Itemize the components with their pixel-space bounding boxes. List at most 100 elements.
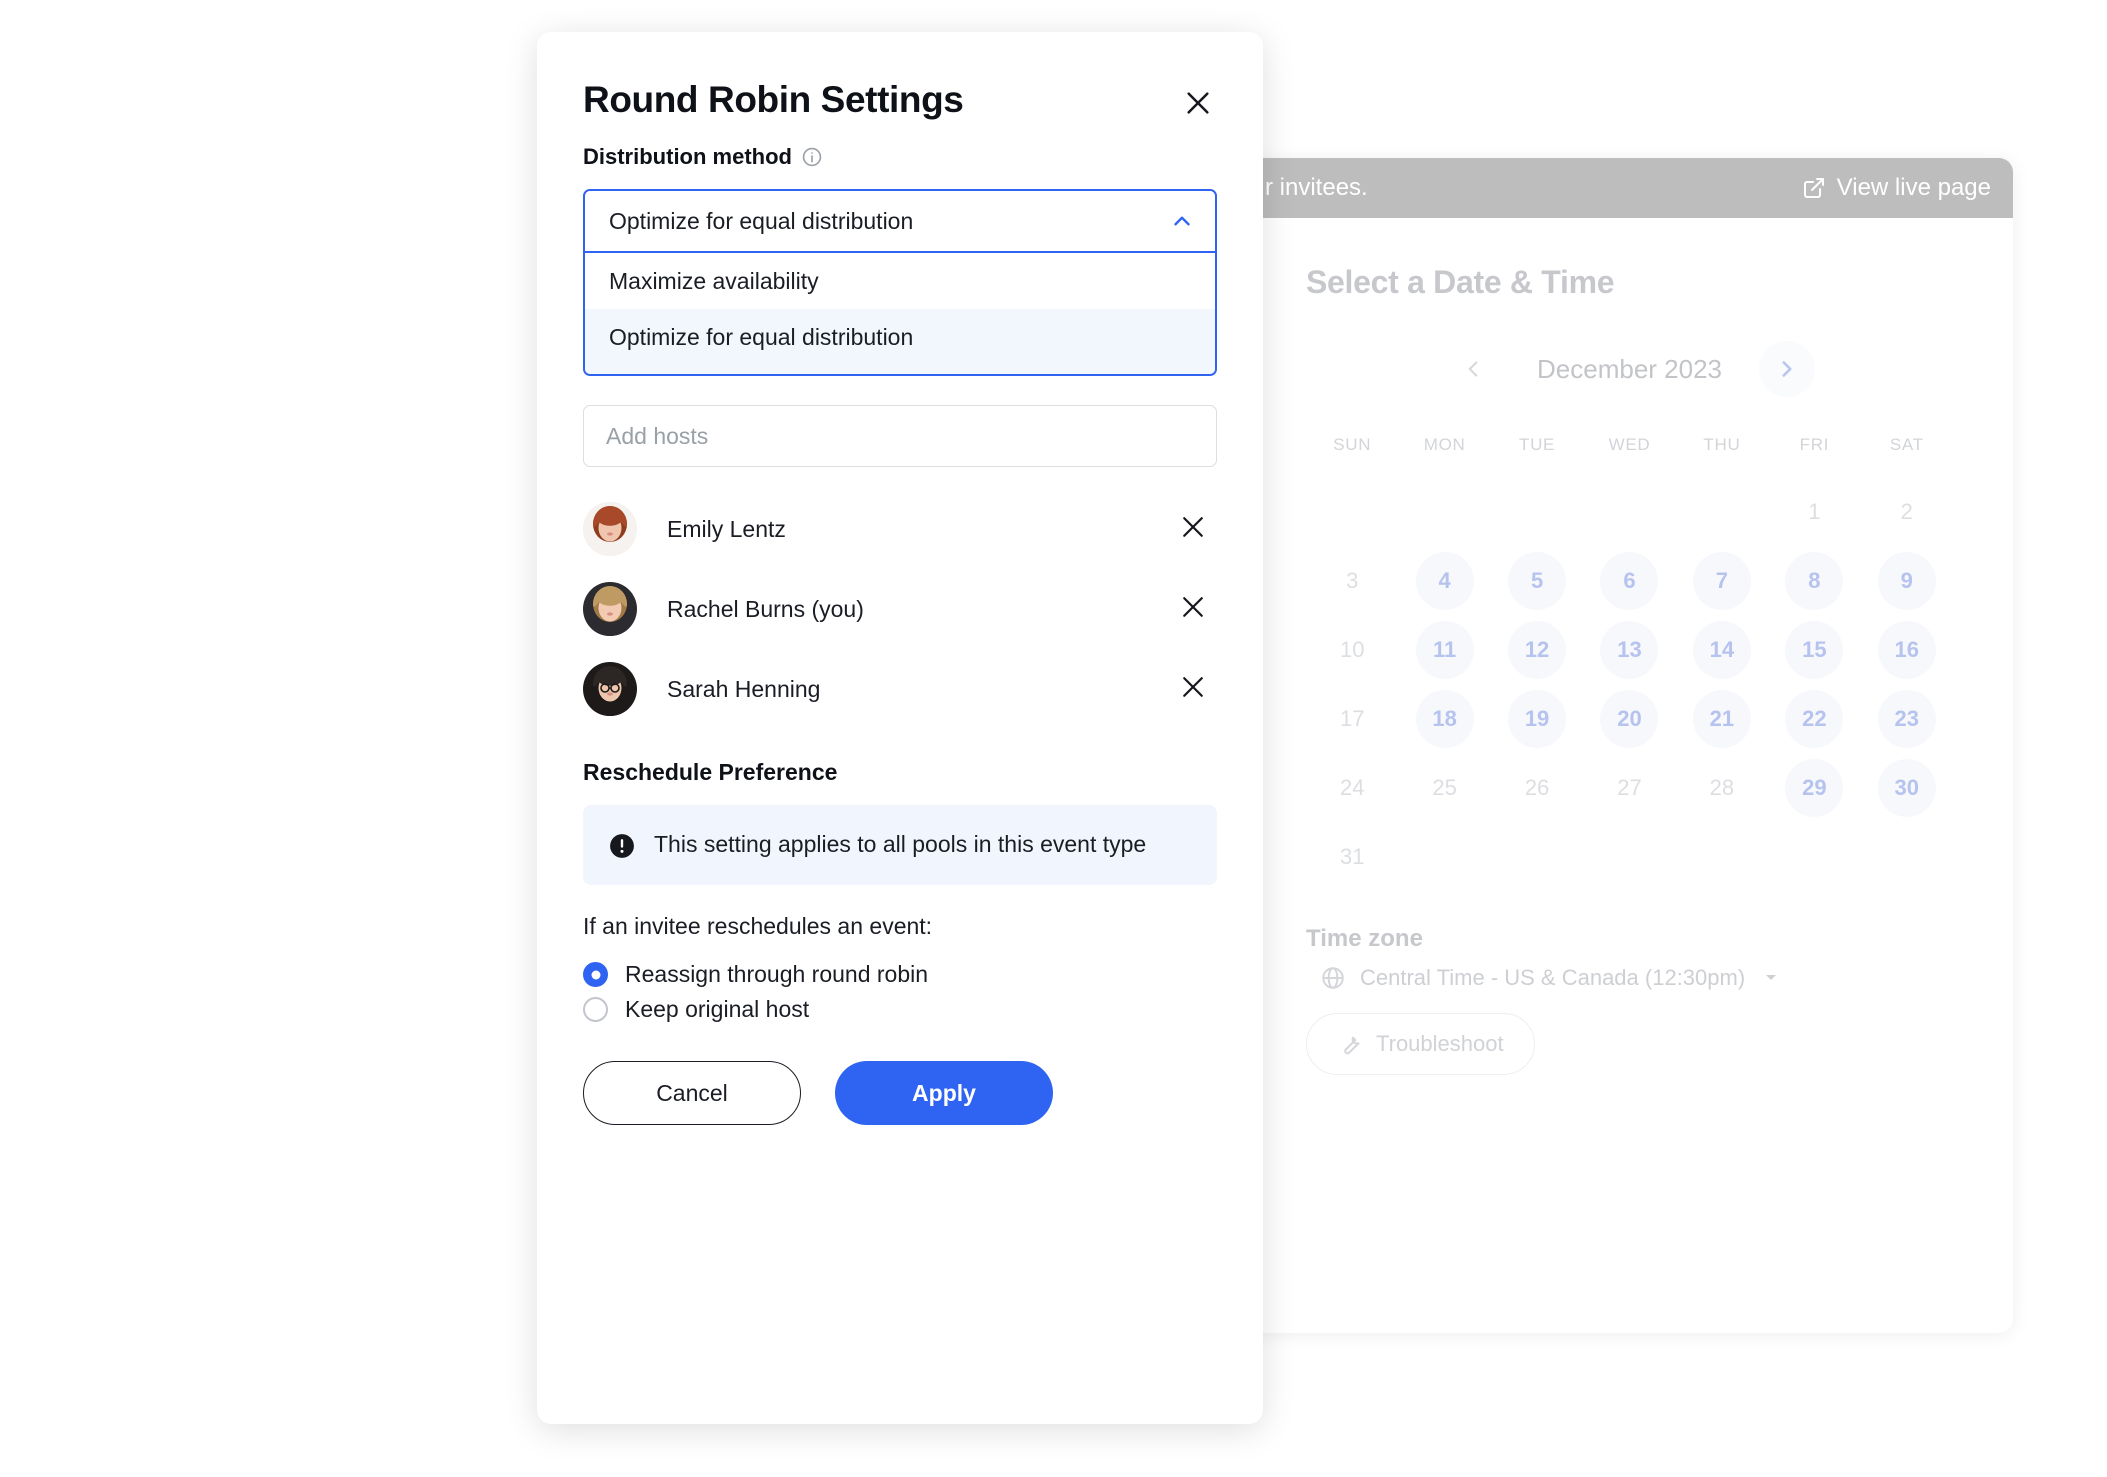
calendar-day-cell: 19 <box>1491 684 1583 753</box>
calendar-day-cell: 28 <box>1676 753 1768 822</box>
radio-keep-original-host[interactable]: Keep original host <box>583 996 1217 1023</box>
calendar-day-available[interactable]: 12 <box>1508 620 1567 679</box>
calendar-day-header: FRI <box>1799 435 1830 454</box>
host-name: Emily Lentz <box>667 515 786 542</box>
calendar-day-available[interactable]: 30 <box>1877 758 1936 817</box>
calendar-day-cell: 14 <box>1676 615 1768 684</box>
chevron-left-icon <box>1460 356 1486 382</box>
calendar-day-cell: 4 <box>1398 546 1490 615</box>
option-list-padding <box>585 365 1215 374</box>
calendar-day-available[interactable]: 20 <box>1600 689 1659 748</box>
view-live-page-link[interactable]: View live page <box>1802 174 1991 202</box>
calendar-day-available[interactable]: 11 <box>1415 620 1474 679</box>
calendar-day-cell: 8 <box>1768 546 1860 615</box>
troubleshoot-button[interactable]: Troubleshoot <box>1306 1013 1535 1075</box>
calendar-day-available[interactable]: 22 <box>1785 689 1844 748</box>
calendar-day-cell: 2 <box>1861 477 1953 546</box>
calendar-day-available[interactable]: 13 <box>1600 620 1659 679</box>
globe-icon <box>1320 965 1346 991</box>
preview-banner: r invitees. View live page <box>1245 158 2013 218</box>
calendar-day-unavailable: 28 <box>1709 774 1735 800</box>
calendar-day-available[interactable]: 4 <box>1415 551 1474 610</box>
cancel-button[interactable]: Cancel <box>583 1061 801 1126</box>
calendar-day-available[interactable]: 7 <box>1692 551 1751 610</box>
reschedule-notice: This setting applies to all pools in thi… <box>583 805 1217 886</box>
calendar-day-unavailable: 3 <box>1346 567 1359 593</box>
external-link-icon <box>1802 176 1826 200</box>
reschedule-prompt: If an invitee reschedules an event: <box>583 913 933 940</box>
calendar-day-cell: 30 <box>1861 753 1953 822</box>
calendar-day-available[interactable]: 23 <box>1877 689 1936 748</box>
radio-label: Reassign through round robin <box>625 961 929 988</box>
calendar-day-cell: 27 <box>1583 753 1675 822</box>
radio-button-selected[interactable] <box>583 962 608 988</box>
apply-button[interactable]: Apply <box>835 1061 1053 1126</box>
calendar-day-available[interactable]: 14 <box>1692 620 1751 679</box>
calendar-day-available[interactable]: 21 <box>1692 689 1751 748</box>
calendar-navigation: December 2023 <box>1306 341 1953 397</box>
booking-page-panel: r invitees. View live page Select a Date… <box>1245 158 2013 1333</box>
modal-title: Round Robin Settings <box>583 79 964 120</box>
calendar-day-available[interactable]: 29 <box>1785 758 1844 817</box>
calendar-day-available[interactable]: 19 <box>1508 689 1567 748</box>
calendar-day-cell: 26 <box>1491 753 1583 822</box>
reschedule-notice-text: This setting applies to all pools in thi… <box>654 831 1147 857</box>
calendar-day-cell: 1 <box>1768 477 1860 546</box>
calendar-day-unavailable: 2 <box>1900 498 1913 524</box>
calendar-day-cell: 23 <box>1861 684 1953 753</box>
remove-host-button[interactable] <box>1175 591 1211 627</box>
calendar-day-cell: 18 <box>1398 684 1490 753</box>
calendar-day-unavailable: 17 <box>1339 705 1365 731</box>
host-row: Rachel Burns (you) <box>583 569 1217 649</box>
distribution-select-trigger[interactable]: Optimize for equal distribution <box>585 191 1215 253</box>
calendar-day-available[interactable]: 16 <box>1877 620 1936 679</box>
calendar-day-cell: 6 <box>1583 546 1675 615</box>
calendar-day-available[interactable]: 8 <box>1785 551 1844 610</box>
calendar-day-cell: 5 <box>1491 546 1583 615</box>
calendar-day-cell: 25 <box>1398 753 1490 822</box>
calendar-day-header: MON <box>1423 435 1466 454</box>
calendar-day-cell: 3 <box>1306 546 1398 615</box>
next-month-button[interactable] <box>1758 341 1815 397</box>
calendar-day-available[interactable]: 5 <box>1508 551 1567 610</box>
timezone-selector[interactable]: Central Time - US & Canada (12:30pm) <box>1306 965 1953 991</box>
option-optimize-equal-distribution[interactable]: Optimize for equal distribution <box>585 309 1215 365</box>
avatar <box>583 502 637 556</box>
calendar-day-cell: 17 <box>1306 684 1398 753</box>
calendar-day-empty <box>1508 828 1566 886</box>
info-circle-icon[interactable] <box>801 146 823 168</box>
radio-button-unselected[interactable] <box>583 997 608 1023</box>
add-hosts-placeholder: Add hosts <box>606 422 709 449</box>
calendar-day-available[interactable]: 6 <box>1600 551 1659 610</box>
calendar-day-empty <box>1416 828 1474 886</box>
calendar-day-empty <box>1600 828 1658 886</box>
option-maximize-availability[interactable]: Maximize availability <box>585 253 1215 309</box>
calendar-month-label: December 2023 <box>1537 353 1722 384</box>
previous-month-button[interactable] <box>1445 341 1501 397</box>
calendar-day-available[interactable]: 15 <box>1785 620 1844 679</box>
calendar-day-cell: 9 <box>1861 546 1953 615</box>
chevron-right-icon <box>1774 356 1800 382</box>
calendar-day-cell <box>1398 477 1490 546</box>
calendar-day-available[interactable]: 9 <box>1877 551 1936 610</box>
add-hosts-input[interactable]: Add hosts <box>583 405 1217 467</box>
calendar-day-empty <box>1416 483 1474 541</box>
distribution-method-select: Optimize for equal distribution Maximize… <box>583 189 1217 376</box>
radio-reassign-through-round-robin[interactable]: Reassign through round robin <box>583 961 1217 988</box>
calendar-day-cell: 21 <box>1676 684 1768 753</box>
calendar-day-empty <box>1508 483 1566 541</box>
calendar-day-empty <box>1878 828 1936 886</box>
remove-host-button[interactable] <box>1175 671 1211 707</box>
calendar-day-cell <box>1491 477 1583 546</box>
close-modal-button[interactable] <box>1179 86 1217 124</box>
calendar-day-empty <box>1693 828 1751 886</box>
calendar-day-unavailable: 1 <box>1808 498 1821 524</box>
calendar-day-cell: 12 <box>1491 615 1583 684</box>
caret-down-icon <box>1763 965 1779 991</box>
calendar-day-cell <box>1583 822 1675 891</box>
banner-message: r invitees. <box>1265 174 1368 201</box>
calendar-day-cell: 7 <box>1676 546 1768 615</box>
remove-host-button[interactable] <box>1175 511 1211 547</box>
calendar-day-empty <box>1785 828 1843 886</box>
calendar-day-available[interactable]: 18 <box>1415 689 1474 748</box>
